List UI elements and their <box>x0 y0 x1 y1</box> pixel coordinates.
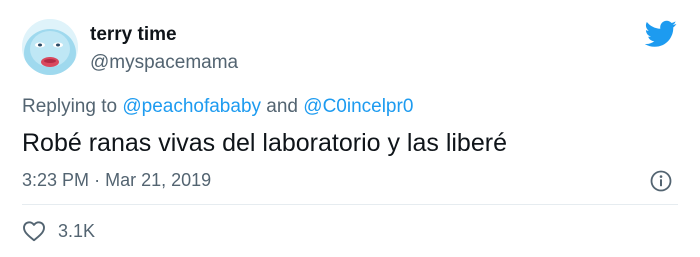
meta-separator: · <box>94 170 101 190</box>
replying-to: Replying to @peachofababy and @C0incelpr… <box>22 96 413 118</box>
tweet-meta[interactable]: 3:23 PM · Mar 21, 2019 <box>22 170 211 191</box>
replying-prefix: Replying to <box>22 96 118 117</box>
twitter-bird-icon[interactable] <box>645 20 677 48</box>
replying-conjunction: and <box>266 96 298 117</box>
mention-link[interactable]: @peachofababy <box>122 96 261 117</box>
like-action[interactable]: 3.1K <box>22 220 95 242</box>
divider <box>22 204 678 205</box>
avatar[interactable] <box>22 19 78 75</box>
avatar-image <box>22 19 78 75</box>
info-icon[interactable] <box>650 170 672 192</box>
display-name[interactable]: terry time <box>90 24 238 46</box>
tweet-text: Robé ranas vivas del laboratorio y las l… <box>22 129 507 157</box>
handle[interactable]: @myspacemama <box>90 52 238 74</box>
like-count: 3.1K <box>58 220 96 241</box>
tweet-date[interactable]: Mar 21, 2019 <box>105 170 211 190</box>
tweet-card: terry time @myspacemama Replying to @pea… <box>0 0 700 257</box>
heart-icon[interactable] <box>22 220 46 242</box>
author-info[interactable]: terry time @myspacemama <box>90 24 238 74</box>
mention-link[interactable]: @C0incelpr0 <box>303 96 413 117</box>
tweet-time[interactable]: 3:23 PM <box>22 170 89 190</box>
